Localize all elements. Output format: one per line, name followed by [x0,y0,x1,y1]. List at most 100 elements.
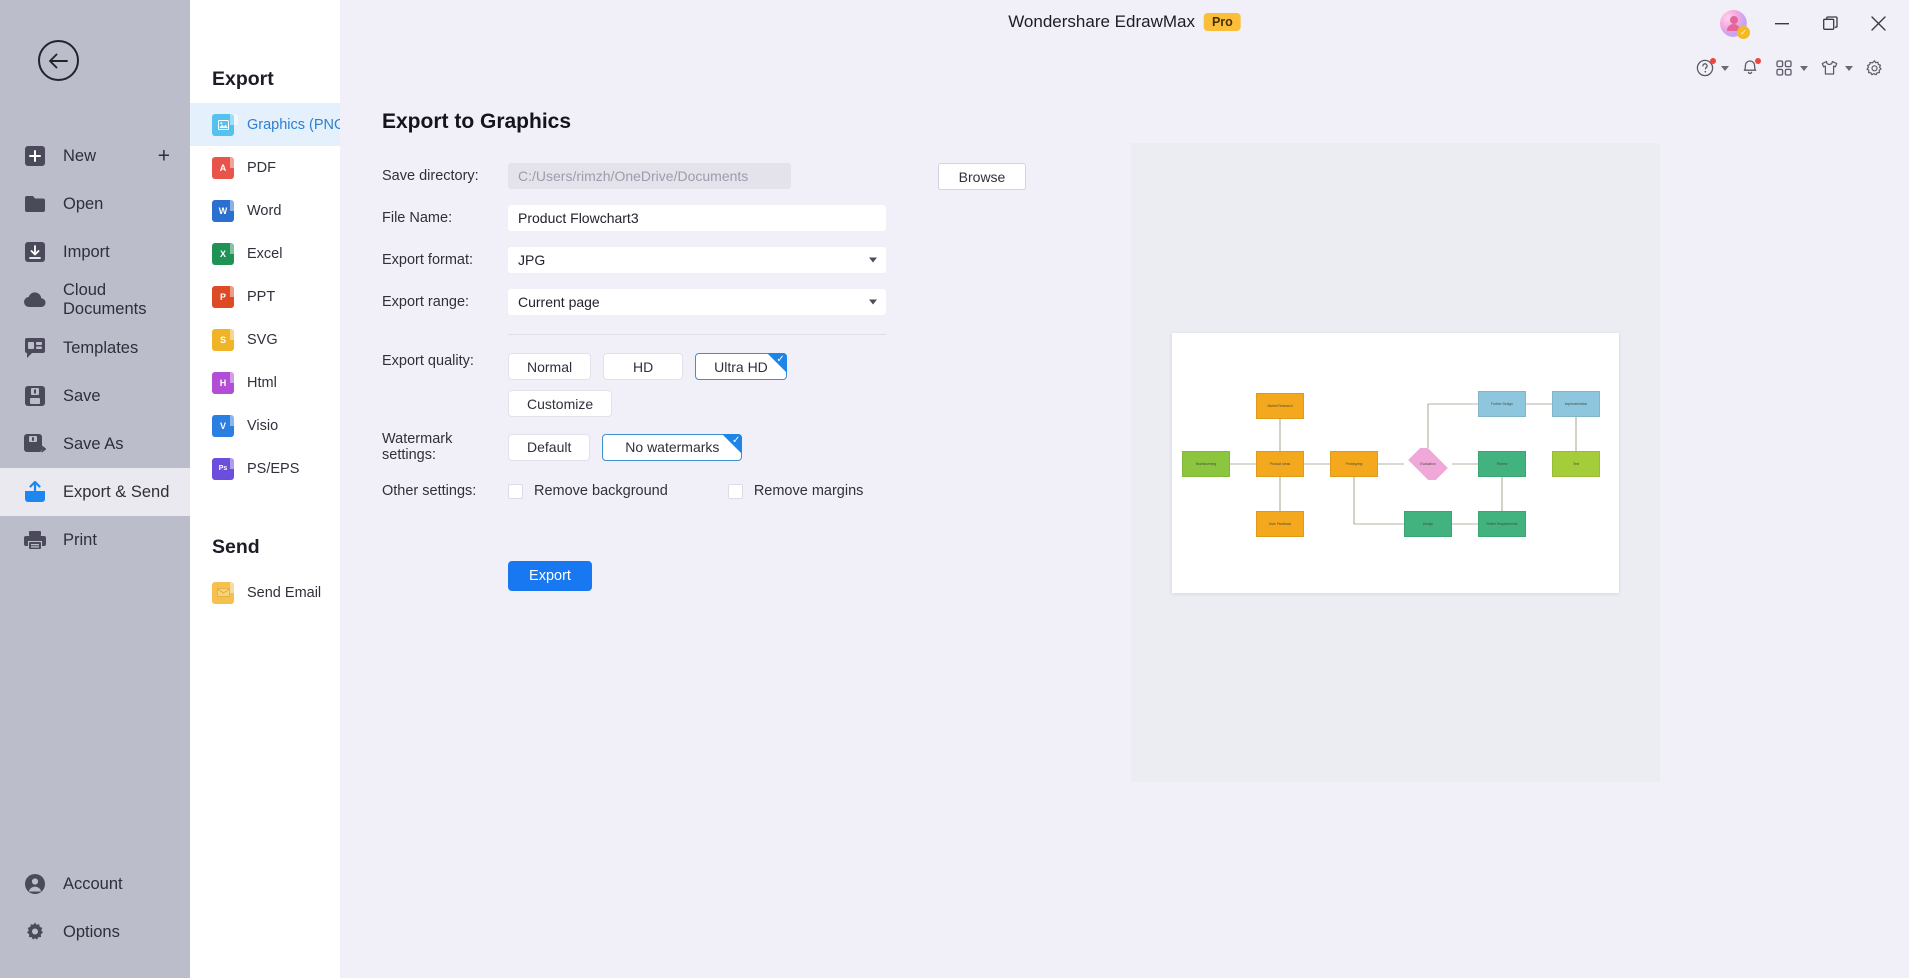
sidebar-item-options[interactable]: Options [0,908,190,956]
flowchart-connector [1353,477,1404,525]
gear-icon [1861,55,1887,81]
chevron-down-icon [1800,65,1808,71]
restore-button[interactable] [1817,11,1843,37]
left-navigation: New + Open Import Cloud Documents Templa… [0,0,190,978]
flowchart-node-label: Further Design [1491,401,1513,406]
bell-icon [1737,55,1763,81]
sidebar-item-label: Save As [63,434,124,453]
file-name-label: File Name: [382,210,453,226]
sidebar-item-label: Import [63,242,110,261]
print-icon [22,527,48,553]
export-option-excel[interactable]: X Excel [190,232,340,275]
quality-customize-row: Customize [508,390,1082,417]
back-arrow-icon [48,53,69,69]
app-title-group: Wondershare EdrawMax Pro [1008,12,1241,32]
watermark-default-button[interactable]: Default [508,433,591,461]
templates-icon [22,335,48,361]
flowchart-node-label: Evaluation [1420,461,1436,466]
export-option-svg[interactable]: S SVG [190,318,340,361]
export-option-pdf[interactable]: A PDF [190,146,340,189]
export-format-select[interactable] [508,247,886,273]
row-save-directory: Save directory: Browse [382,162,1082,190]
remove-margins-checkbox[interactable]: Remove margins [727,483,863,499]
file-name-input[interactable] [508,205,886,231]
export-option-label: PPT [247,288,276,305]
flowchart-node-label: Implementation [1564,401,1588,406]
flowchart-node-label: Review [1496,461,1508,466]
settings-button[interactable] [1861,55,1887,81]
chevron-down-icon [1845,65,1853,71]
excel-file-icon: X [212,242,238,265]
send-panel-heading: Send [212,536,260,558]
help-icon [1692,55,1718,81]
watermark-button-row: Default No watermarks ✓ [508,433,1082,461]
sidebar-item-print[interactable]: Print [0,516,190,564]
export-option-graphics[interactable]: Graphics (PNG, JPG et... [190,103,410,146]
other-settings-checkbox-row: Remove background Remove margins [508,483,1082,499]
export-option-visio[interactable]: V Visio [190,404,340,447]
close-button[interactable] [1865,11,1891,37]
new-icon [22,143,48,169]
sidebar-item-export-and-send[interactable]: Export & Send [0,468,190,516]
quality-customize-button[interactable]: Customize [508,390,613,417]
flowchart-node: Review [1478,451,1526,477]
theme-menu[interactable] [1816,55,1853,81]
back-button[interactable] [38,40,79,81]
browse-button[interactable]: Browse [938,163,1026,190]
page-title: Export to Graphics [382,110,572,133]
notification-dot [1755,58,1761,64]
new-add-button[interactable]: + [158,146,170,167]
send-option-email[interactable]: Send Email [190,571,340,614]
sidebar-item-save-as[interactable]: Save As [0,420,190,468]
row-watermark-settings: Watermark settings: Default No watermark… [382,431,1082,463]
export-option-label: SVG [247,331,278,348]
flowchart-node: User Feedback [1256,511,1304,537]
envelope-icon [212,581,238,604]
flowchart-node-label: Refine Requirements [1486,521,1518,526]
export-option-html[interactable]: H Html [190,361,340,404]
remove-background-label: Remove background [534,483,668,499]
export-option-ppt[interactable]: P PPT [190,275,340,318]
export-button[interactable]: Export [508,561,592,591]
app-title: Wondershare EdrawMax [1008,12,1195,31]
sidebar-item-label: Templates [63,338,139,357]
sidebar-item-save[interactable]: Save [0,372,190,420]
sidebar-item-open[interactable]: Open [0,180,190,228]
avatar[interactable]: ✓ [1720,10,1750,39]
quality-ultra-hd-button[interactable]: Ultra HD ✓ [695,353,787,380]
check-icon: ✓ [776,354,785,365]
flowchart-node: Brainstorming [1182,451,1230,477]
sidebar-item-label: Print [63,530,97,549]
apps-menu[interactable] [1771,55,1808,81]
quality-normal-button[interactable]: Normal [508,353,592,380]
form-divider [508,334,886,335]
main-content: Wondershare EdrawMax Pro ✓ Export to Gra… [340,0,1909,978]
remove-background-checkbox[interactable]: Remove background [508,483,668,499]
sidebar-item-label: Save [63,386,101,405]
sidebar-item-templates[interactable]: Templates [0,324,190,372]
sidebar-item-new[interactable]: New + [0,132,190,180]
export-option-word[interactable]: W Word [190,189,340,232]
sidebar-item-import[interactable]: Import [0,228,190,276]
watermark-none-button[interactable]: No watermarks ✓ [602,433,743,461]
flowchart-node: Refine Requirements [1478,511,1526,537]
flowchart-node-label: Prototyping [1345,461,1363,466]
export-option-ps-eps[interactable]: Ps PS/EPS [190,447,340,490]
watermark-none-label: No watermarks [625,439,720,455]
export-format-label: Export format: [382,252,474,268]
graphics-file-icon [212,113,238,136]
notifications-button[interactable] [1737,55,1763,81]
quality-button-row: Normal HD Ultra HD ✓ [508,353,1082,380]
checkbox-box [727,483,743,499]
minimize-button[interactable] [1769,11,1795,37]
quality-hd-button[interactable]: HD [603,353,684,380]
flowchart-node-label: User Feedback [1268,521,1292,526]
export-quality-label: Export quality: [382,353,474,369]
save-directory-input[interactable] [508,163,791,189]
export-range-select[interactable] [508,289,886,315]
sidebar-item-cloud-documents[interactable]: Cloud Documents [0,276,190,324]
flowchart-node: Market Research [1256,393,1304,419]
flowchart-node: Design [1404,511,1452,537]
sidebar-item-account[interactable]: Account [0,860,190,908]
help-menu[interactable] [1692,55,1729,81]
